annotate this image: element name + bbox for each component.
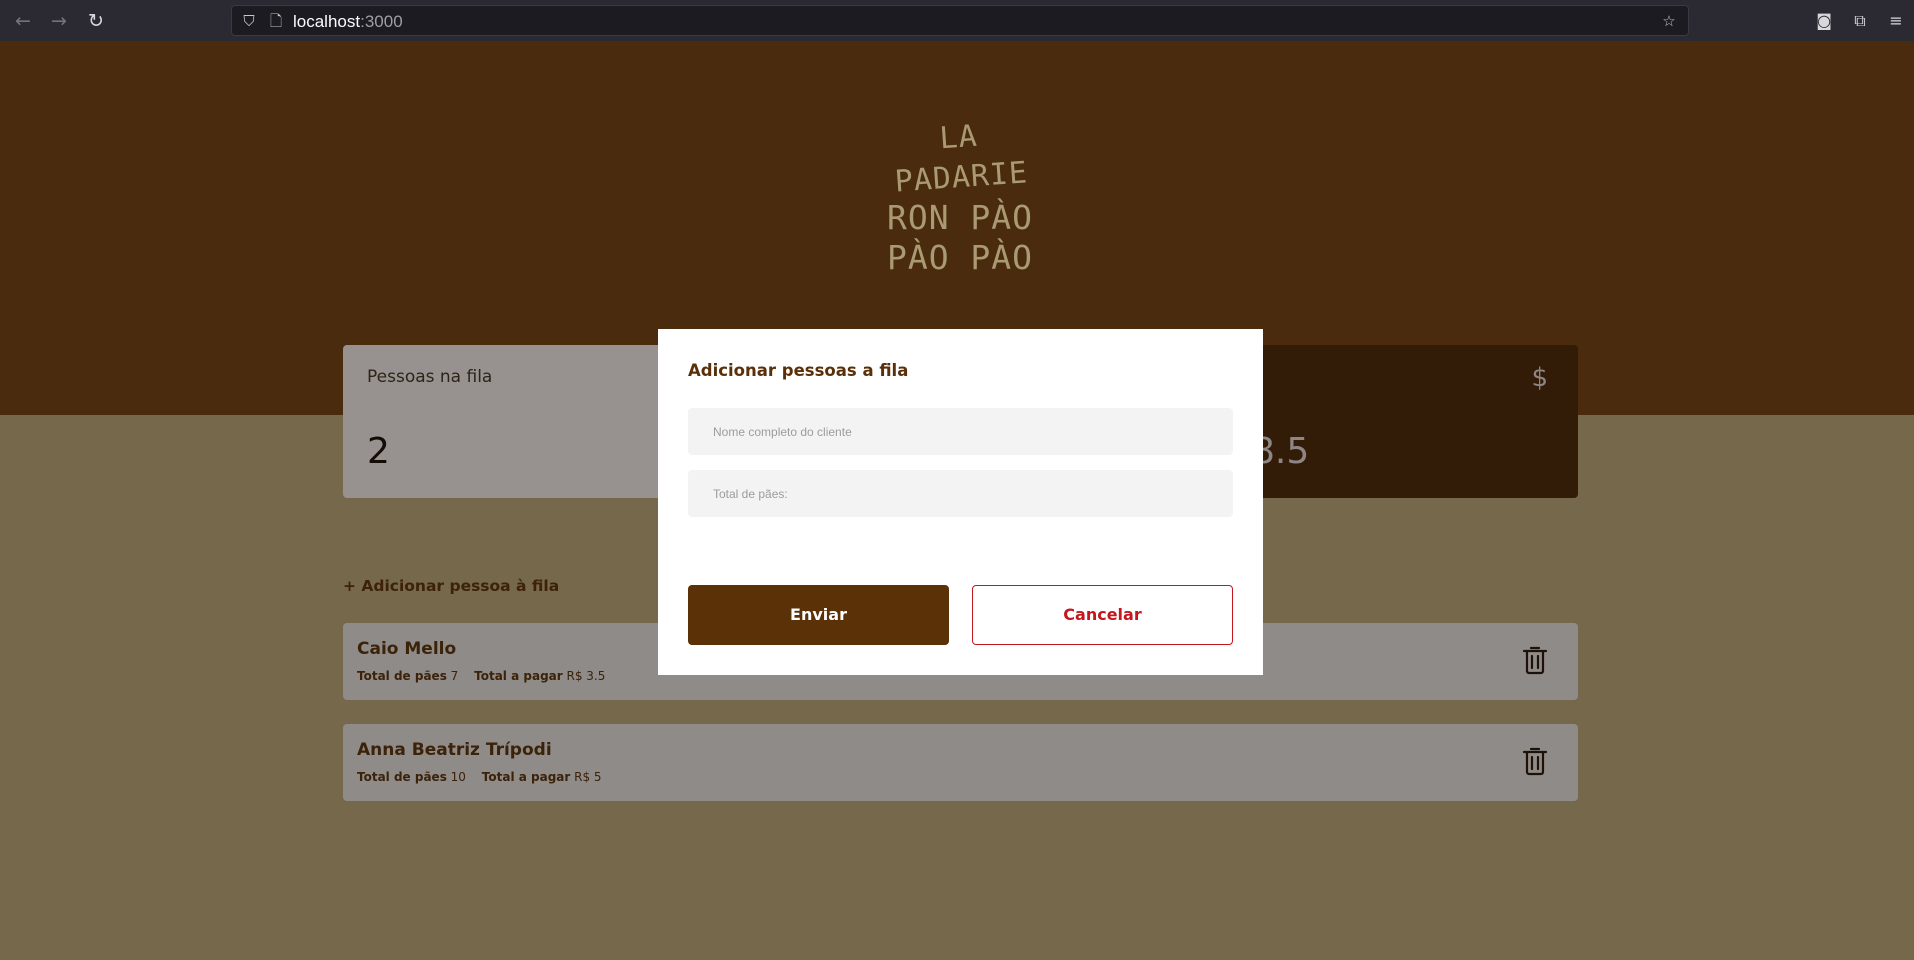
total-pay-label: Total a pagar	[481, 770, 571, 784]
url-text[interactable]: localhost:3000	[293, 12, 403, 32]
queue-row: Anna Beatriz Trípodi Total de pães 10 To…	[343, 724, 1578, 801]
logo-line-1: LA PADARIE	[893, 118, 1030, 200]
logo-line-3: PÀO PÀO	[886, 238, 1034, 277]
shield-icon[interactable]: ⛉	[238, 10, 260, 32]
total-pay-value: R$ 3.5	[566, 669, 606, 683]
customer-name-input[interactable]	[688, 408, 1233, 455]
people-in-queue-label: Pessoas na fila	[367, 367, 493, 387]
people-in-queue-value: 2	[367, 431, 390, 472]
add-person-modal: Adicionar pessoas a fila Enviar Cancelar	[658, 329, 1263, 675]
back-arrow-icon[interactable]: ←	[10, 8, 36, 34]
customer-meta: Total de pães 7 Total a pagar R$ 3.5	[357, 669, 605, 683]
address-bar[interactable]: ⛉ 🗋 localhost:3000 ☆	[231, 5, 1689, 36]
logo-line-2: RON PÀO	[886, 198, 1034, 237]
total-pay-label: Total a pagar	[474, 669, 563, 683]
menu-icon[interactable]: ≡	[1884, 9, 1908, 33]
trash-icon[interactable]	[1522, 746, 1548, 776]
cancel-button[interactable]: Cancelar	[972, 585, 1233, 645]
add-person-link[interactable]: + Adicionar pessoa à fila	[343, 577, 559, 595]
modal-title: Adicionar pessoas a fila	[688, 361, 909, 380]
url-port: :3000	[360, 12, 403, 31]
reload-icon[interactable]: ↻	[83, 8, 109, 34]
customer-meta: Total de pães 10 Total a pagar R$ 5	[357, 770, 602, 784]
customer-name: Caio Mello	[357, 639, 457, 659]
pocket-icon[interactable]: ◙	[1812, 9, 1836, 33]
page-icon: 🗋	[269, 12, 283, 30]
bread-quantity-input[interactable]	[688, 470, 1233, 517]
total-breads-label: Total de pães	[357, 669, 447, 683]
submit-button[interactable]: Enviar	[688, 585, 949, 645]
dollar-icon: $	[1531, 363, 1548, 393]
bakery-logo: LA PADARIE RON PÀO PÀO PÀO	[880, 118, 1040, 278]
total-breads-value: 7	[450, 669, 459, 683]
total-pay-value: R$ 5	[574, 770, 602, 784]
browser-toolbar: ← → ↻ ⛉ 🗋 localhost:3000 ☆ ◙ ⧉ ≡	[0, 0, 1914, 41]
customer-name: Anna Beatriz Trípodi	[357, 740, 552, 760]
bookmark-star-icon[interactable]: ☆	[1658, 10, 1680, 32]
url-host: localhost	[293, 12, 361, 31]
total-breads-label: Total de pães	[357, 770, 447, 784]
forward-arrow-icon[interactable]: →	[46, 8, 72, 34]
total-breads-value: 10	[450, 770, 466, 784]
extensions-icon[interactable]: ⧉	[1848, 9, 1872, 33]
trash-icon[interactable]	[1522, 645, 1548, 675]
